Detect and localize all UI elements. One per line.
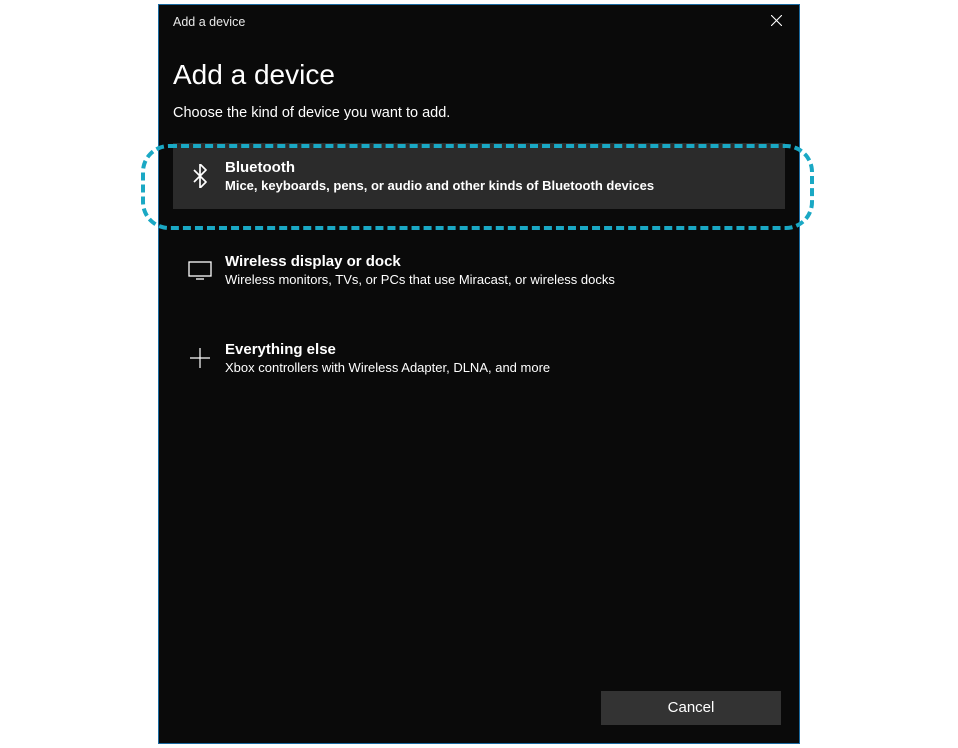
dialog-content: Add a device Choose the kind of device y… — [159, 39, 799, 389]
device-options-list: Bluetooth Mice, keyboards, pens, or audi… — [173, 143, 785, 389]
option-bluetooth[interactable]: Bluetooth Mice, keyboards, pens, or audi… — [173, 143, 785, 209]
option-desc: Mice, keyboards, pens, or audio and othe… — [225, 178, 654, 193]
bluetooth-icon — [183, 164, 217, 188]
option-text: Bluetooth Mice, keyboards, pens, or audi… — [217, 159, 654, 193]
option-everything-else[interactable]: Everything else Xbox controllers with Wi… — [173, 327, 785, 389]
cancel-button[interactable]: Cancel — [601, 691, 781, 725]
monitor-icon — [183, 260, 217, 280]
titlebar-title: Add a device — [173, 15, 753, 29]
option-text: Wireless display or dock Wireless monito… — [217, 253, 615, 287]
option-title: Everything else — [225, 341, 550, 358]
option-text: Everything else Xbox controllers with Wi… — [217, 341, 550, 375]
close-button[interactable] — [753, 5, 799, 39]
dialog-footer: Cancel — [601, 691, 781, 725]
option-wireless-display[interactable]: Wireless display or dock Wireless monito… — [173, 239, 785, 301]
titlebar: Add a device — [159, 5, 799, 39]
close-icon — [771, 13, 782, 31]
page-heading: Add a device — [173, 59, 785, 91]
option-title: Bluetooth — [225, 159, 654, 176]
plus-icon — [183, 347, 217, 369]
option-desc: Xbox controllers with Wireless Adapter, … — [225, 360, 550, 375]
option-title: Wireless display or dock — [225, 253, 615, 270]
add-device-dialog: Add a device Add a device Choose the kin… — [158, 4, 800, 744]
page-subtitle: Choose the kind of device you want to ad… — [173, 105, 785, 121]
option-desc: Wireless monitors, TVs, or PCs that use … — [225, 272, 615, 287]
